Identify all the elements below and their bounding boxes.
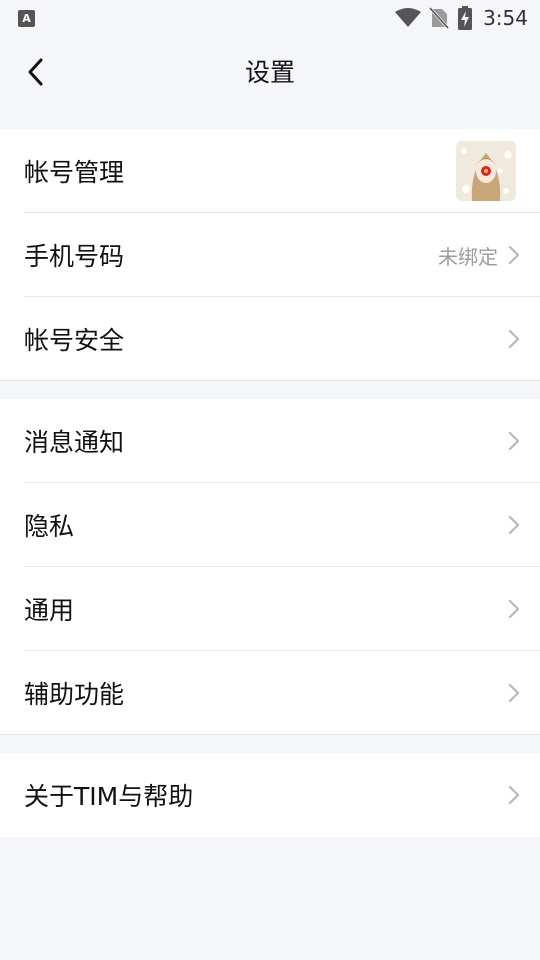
row-label: 隐私	[24, 512, 75, 541]
app-notification-icon: A	[18, 10, 35, 27]
settings-row-account-management[interactable]: 帐号管理	[0, 129, 540, 213]
chevron-right-icon	[508, 683, 520, 703]
row-label: 通用	[24, 596, 75, 625]
settings-row-notifications[interactable]: 消息通知	[0, 399, 540, 483]
settings-row-phone-number[interactable]: 手机号码 未绑定	[0, 213, 540, 297]
row-label: 辅助功能	[24, 680, 125, 709]
no-sim-icon	[429, 7, 450, 29]
avatar[interactable]	[456, 141, 516, 201]
settings-row-general[interactable]: 通用	[0, 567, 540, 651]
chevron-right-icon	[508, 515, 520, 535]
general-settings-group: 消息通知 隐私 通用 辅助功能	[0, 399, 540, 735]
wifi-icon	[395, 8, 422, 27]
chevron-right-icon	[508, 785, 520, 805]
chevron-right-icon	[508, 245, 520, 265]
settings-row-privacy[interactable]: 隐私	[0, 483, 540, 567]
battery-charging-icon	[458, 6, 473, 30]
settings-row-about-help[interactable]: 关于TIM与帮助	[0, 753, 540, 837]
status-icons: 3:54	[395, 6, 528, 30]
row-label: 消息通知	[24, 428, 125, 457]
account-settings-group: 帐号管理 手机号码 未绑定 帐号安全	[0, 129, 540, 381]
page-title: 设置	[244, 58, 295, 87]
row-label: 手机号码	[24, 242, 125, 271]
status-bar: A 3:54	[0, 0, 540, 36]
settings-row-account-security[interactable]: 帐号安全	[0, 297, 540, 381]
settings-row-accessibility[interactable]: 辅助功能	[0, 651, 540, 735]
back-button[interactable]	[14, 50, 58, 94]
chevron-right-icon	[508, 329, 520, 349]
row-label: 关于TIM与帮助	[24, 782, 194, 811]
row-label: 帐号安全	[24, 326, 125, 355]
row-label: 帐号管理	[24, 158, 125, 187]
phone-status-value: 未绑定	[438, 244, 498, 269]
chevron-right-icon	[508, 431, 520, 451]
navigation-header: 设置	[0, 36, 540, 110]
group-divider	[0, 734, 540, 735]
chevron-left-icon	[28, 58, 43, 86]
about-group: 关于TIM与帮助	[0, 753, 540, 837]
chevron-right-icon	[508, 599, 520, 619]
group-divider	[0, 380, 540, 381]
clock: 3:54	[483, 6, 528, 30]
